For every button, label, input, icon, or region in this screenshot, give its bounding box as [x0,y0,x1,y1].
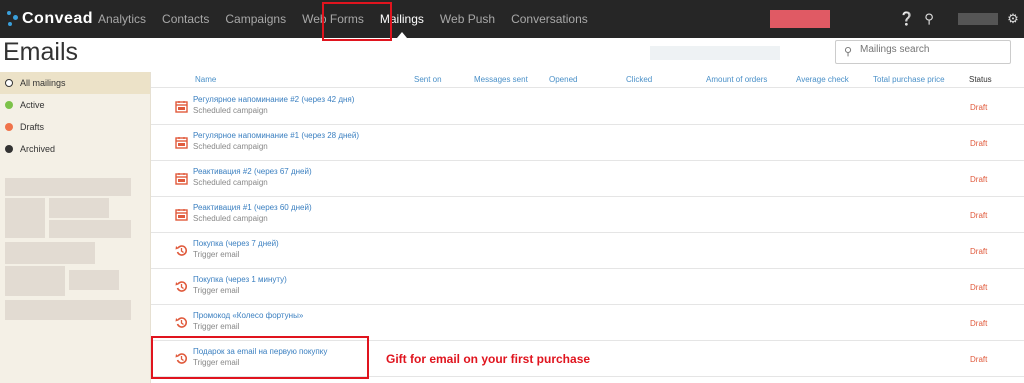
mailing-name-link[interactable]: Покупка (через 1 минуту) [193,275,287,284]
green-dot-icon [5,101,13,109]
help-icon[interactable]: ❔ [896,11,918,27]
column-status: Status [969,75,992,84]
circle-icon [5,79,13,87]
search-icon[interactable]: ⚲ [918,11,940,27]
column-name[interactable]: Name [195,75,216,84]
row-highlight-box [151,336,369,379]
status-badge: Draft [970,175,988,184]
column-messages-sent[interactable]: Messages sent [474,75,528,84]
filter-label: Archived [20,144,56,154]
status-badge: Draft [970,355,988,364]
column-total-purchase-price[interactable]: Total purchase price [873,75,945,84]
black-dot-icon [5,145,13,153]
mailing-name-link[interactable]: Реактивация #2 (через 67 дней) [193,167,312,176]
filter-active[interactable]: Active [0,94,150,116]
filter-label: Active [20,100,45,110]
table-row[interactable]: Покупка (через 1 минуту) Trigger email D… [151,269,1024,305]
status-badge: Draft [970,319,988,328]
annotation-text: Gift for email on your first purchase [386,352,591,366]
filter-all-mailings[interactable]: All mailings [0,72,150,94]
mailing-type: Scheduled campaign [193,142,268,151]
nav-item-campaigns[interactable]: Campaigns [225,0,286,38]
status-badge: Draft [970,103,988,112]
table-row[interactable]: Реактивация #2 (через 67 дней) Scheduled… [151,161,1024,197]
trigger-icon [175,245,188,256]
trigger-icon [175,281,188,292]
search-icon: ⚲ [844,46,853,58]
blurred-sidebar-content [5,178,131,328]
mailing-type: Trigger email [193,250,240,259]
table-row[interactable]: Регулярное напоминание #2 (через 42 дня)… [151,89,1024,125]
mailing-name-link[interactable]: Регулярное напоминание #2 (через 42 дня) [193,95,354,104]
mailings-highlight-box [322,2,392,41]
redacted-account-box [770,10,830,28]
column-opened[interactable]: Opened [549,75,577,84]
page-title: Emails [3,38,79,66]
nav-item-web-push[interactable]: Web Push [440,0,495,38]
mailing-type: Trigger email [193,322,240,331]
table-row[interactable]: Регулярное напоминание #1 (через 28 дней… [151,125,1024,161]
table-row[interactable]: Покупка (через 7 дней) Trigger email Dra… [151,233,1024,269]
top-navigation-bar: Convead Analytics Contacts Campaigns Web… [0,0,1024,38]
nav-item-contacts[interactable]: Contacts [162,0,209,38]
mailing-type: Scheduled campaign [193,106,268,115]
status-badge: Draft [970,247,988,256]
mailing-type: Trigger email [193,286,240,295]
sidebar: All mailings Active Drafts Archived [0,72,151,383]
mailings-search-input[interactable] [860,44,1005,55]
status-badge: Draft [970,139,988,148]
orange-dot-icon [5,123,13,131]
status-badge: Draft [970,283,988,292]
convead-logo[interactable]: Convead [6,8,93,30]
column-sent-on[interactable]: Sent on [414,75,442,84]
mailing-name-link[interactable]: Регулярное напоминание #1 (через 28 дней… [193,131,359,140]
mailing-name-link[interactable]: Покупка (через 7 дней) [193,239,279,248]
calendar-icon [175,137,188,149]
filter-drafts[interactable]: Drafts [0,116,150,138]
column-clicked[interactable]: Clicked [626,75,652,84]
column-average-check[interactable]: Average check [796,75,849,84]
top-icons: ❔ ⚲ ⚙ [896,0,1024,38]
column-amount-of-orders[interactable]: Amount of orders [706,75,767,84]
mailing-name-link[interactable]: Реактивация #1 (через 60 дней) [193,203,312,212]
redacted-info [650,46,780,60]
filter-label: Drafts [20,122,45,132]
filter-label: All mailings [20,78,66,88]
mailing-name-link[interactable]: Промокод «Колесо фортуны» [193,311,303,320]
calendar-icon [175,209,188,221]
mailings-search[interactable]: ⚲ [835,40,1011,64]
logo-mark-icon [6,9,20,29]
status-badge: Draft [970,211,988,220]
calendar-icon [175,173,188,185]
calendar-icon [175,101,188,113]
logo-text: Convead [22,10,94,27]
nav-item-analytics[interactable]: Analytics [98,0,146,38]
table-row[interactable]: Реактивация #1 (через 60 дней) Scheduled… [151,197,1024,233]
mailing-type: Scheduled campaign [193,178,268,187]
gear-icon[interactable]: ⚙ [1002,11,1024,27]
trigger-icon [175,317,188,328]
filter-archived[interactable]: Archived [0,138,150,160]
user-menu[interactable] [958,13,998,25]
nav-item-conversations[interactable]: Conversations [511,0,588,38]
table-header: Name Sent on Messages sent Opened Clicke… [151,72,1024,88]
mailing-type: Scheduled campaign [193,214,268,223]
